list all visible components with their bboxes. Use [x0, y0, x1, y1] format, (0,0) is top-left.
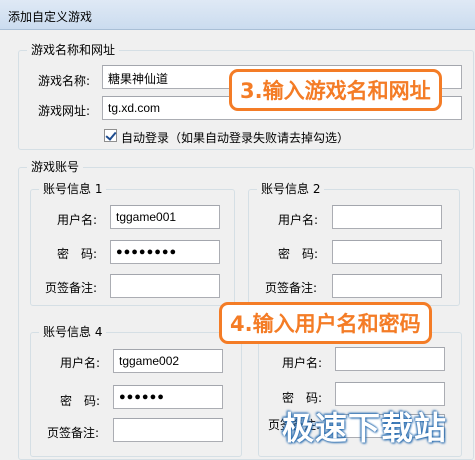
account1-note-label: 页签备注:: [45, 281, 98, 295]
account4-note-input[interactable]: [113, 418, 223, 442]
window-titlebar: 添加自定义游戏: [0, 0, 475, 30]
auto-login-checkbox[interactable]: [104, 129, 117, 142]
auto-login-label[interactable]: 自动登录（如果自动登录失败请去掉勾选）: [121, 129, 349, 146]
game-url-label: 游戏网址:: [38, 104, 91, 118]
account4-pass-label: 密 码:: [60, 394, 101, 408]
account2-note-input[interactable]: [332, 274, 442, 298]
account1-note-input[interactable]: [110, 274, 220, 298]
account4-title: 账号信息 4: [39, 325, 107, 340]
account4-user-input[interactable]: tggame002: [113, 349, 223, 373]
account1-title: 账号信息 1: [39, 182, 107, 197]
game-info-group-title: 游戏名称和网址: [27, 43, 120, 58]
window-title: 添加自定义游戏: [8, 10, 93, 24]
account2-user-input[interactable]: [332, 205, 442, 229]
account2-pass-label: 密 码:: [278, 247, 319, 261]
account4-user-label: 用户名:: [60, 356, 101, 370]
account1-pass-input[interactable]: ●●●●●●●●: [110, 240, 220, 264]
game-name-label: 游戏名称:: [38, 74, 91, 88]
accounts-group-title: 游戏账号: [27, 160, 84, 175]
account3-user-label: 用户名:: [282, 356, 323, 370]
watermark-logo: 极速下载站: [282, 409, 448, 447]
account1-pass-label: 密 码:: [57, 247, 98, 261]
account2-note-label: 页签备注:: [265, 281, 318, 295]
account2-title: 账号信息 2: [257, 182, 325, 197]
account3-user-input[interactable]: [335, 347, 445, 371]
account2-pass-input[interactable]: [332, 240, 442, 264]
account4-note-label: 页签备注:: [47, 426, 100, 440]
step4-callout: 4.输入用户名和密码: [219, 302, 432, 344]
step3-callout: 3.输入游戏名和网址: [229, 69, 442, 111]
account1-user-label: 用户名:: [57, 213, 98, 227]
account2-user-label: 用户名:: [278, 213, 319, 227]
account4-pass-input[interactable]: ●●●●●●: [113, 385, 223, 409]
account1-user-input[interactable]: tggame001: [110, 205, 220, 229]
